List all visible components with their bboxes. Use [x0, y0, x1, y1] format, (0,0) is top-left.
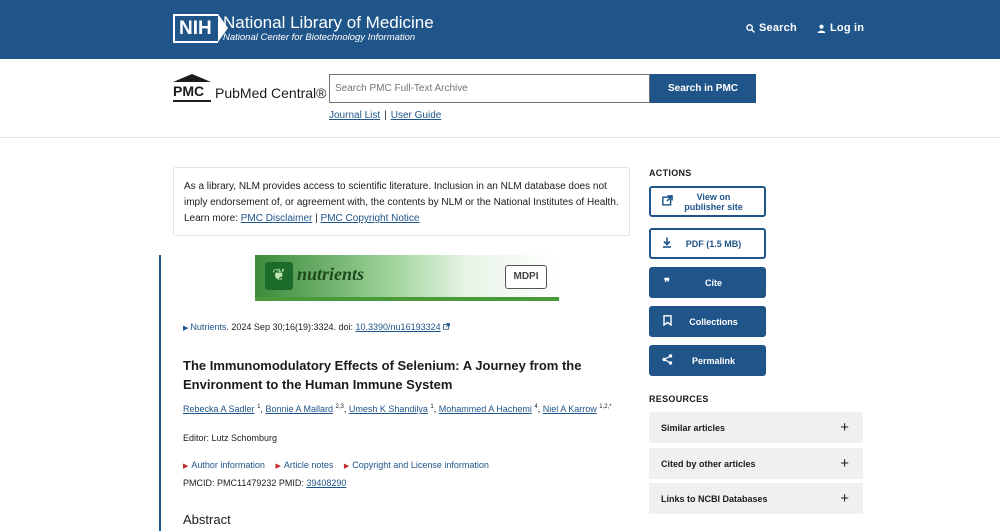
disclaimer-text: As a library, NLM provides access to sci… — [184, 181, 619, 208]
permalink-label: Permalink — [691, 355, 736, 366]
plus-icon: + — [840, 455, 849, 472]
collections-label: Collections — [689, 316, 738, 327]
author-link[interactable]: Bonnie A Mallard — [265, 404, 333, 414]
nlm-disclaimer: As a library, NLM provides access to sci… — [173, 167, 630, 236]
caret-right-icon: ▶ — [183, 325, 189, 332]
external-link-icon — [655, 194, 679, 209]
resources-heading: RESOURCES — [649, 394, 709, 404]
journal-link[interactable]: Nutrients — [190, 322, 226, 332]
article-title: The Immunomodulatory Effects of Selenium… — [183, 358, 582, 392]
cited-by-accordion[interactable]: Cited by other articles + — [649, 448, 863, 479]
nlm-title[interactable]: National Library of Medicine — [223, 13, 434, 33]
plus-icon: + — [840, 490, 849, 507]
author-affiliation: 1,2,* — [599, 404, 612, 410]
author-link[interactable]: Umesh K Shandilya — [349, 404, 428, 414]
view-on-publisher-button[interactable]: View on publisher site — [649, 186, 766, 217]
cited-by-label: Cited by other articles — [661, 458, 756, 469]
disclaimer-separator: | — [315, 213, 318, 224]
cite-label: Cite — [704, 277, 722, 288]
plus-icon: + — [840, 419, 849, 436]
pmc-copyright-link[interactable]: PMC Copyright Notice — [321, 213, 420, 224]
pmc-logo-name: PubMed Central® — [215, 85, 327, 101]
pmc-disclaimer-link[interactable]: PMC Disclaimer — [241, 213, 313, 224]
ncbi-links-label: Links to NCBI Databases — [661, 493, 768, 504]
user-guide-link[interactable]: User Guide — [391, 110, 442, 121]
pmc-logo[interactable]: PMC PubMed Central® — [173, 74, 326, 104]
login-label: Log in — [830, 22, 865, 34]
citation-line: ▶ Nutrients. 2024 Sep 30;16(19):3324. doi… — [183, 322, 450, 332]
mdpi-logo: MDPI — [505, 265, 547, 289]
article-info-links: ▶ Author information ▶ Article notes ▶ Copy… — [183, 460, 497, 470]
author-affiliation: 2,3 — [335, 404, 344, 410]
nutrients-logo-icon: ❦ — [265, 262, 293, 290]
pmc-search-input[interactable] — [329, 74, 650, 103]
external-link-icon — [443, 323, 450, 330]
cite-button[interactable]: ❞ Cite — [649, 267, 766, 298]
similar-articles-accordion[interactable]: Similar articles + — [649, 412, 863, 443]
doi-link[interactable]: 10.3390/nu16193324 — [356, 322, 441, 332]
user-icon — [817, 24, 826, 33]
author-affiliation: 1 — [430, 404, 434, 410]
similar-articles-label: Similar articles — [661, 422, 726, 433]
article-notes-link[interactable]: Article notes — [284, 460, 334, 470]
article-left-rule — [159, 255, 161, 531]
pdf-download-button[interactable]: PDF (1.5 MB) — [649, 228, 766, 259]
bookmark-icon — [655, 314, 679, 329]
journal-list-link[interactable]: Journal List — [329, 110, 380, 121]
journal-banner[interactable]: ❦ nutrients MDPI — [255, 255, 559, 301]
pdf-label: PDF (1.5 MB) — [685, 238, 742, 249]
share-icon — [655, 353, 679, 368]
editor-line: Editor: Lutz Schomburg — [183, 433, 278, 443]
pmid-link[interactable]: 39408290 — [306, 478, 346, 488]
header-search-button[interactable]: Search — [746, 22, 797, 34]
author-link[interactable]: Niel A Karrow — [543, 404, 597, 414]
header-search-label: Search — [759, 22, 797, 34]
pmcid-text: PMCID: PMC11479232 PMID: — [183, 478, 307, 488]
quote-icon: ❞ — [664, 277, 670, 289]
ncbi-links-accordion[interactable]: Links to NCBI Databases + — [649, 483, 863, 514]
author-affiliation: 4 — [534, 404, 538, 410]
copyright-license-link[interactable]: Copyright and License information — [352, 460, 489, 470]
pmc-logo-roof-icon — [173, 74, 211, 82]
author-list: Rebecka A Sadler 1, Bonnie A Mallard 2,3… — [183, 404, 612, 414]
article-ids: PMCID: PMC11479232 PMID: 39408290 — [183, 478, 346, 488]
search-icon — [746, 23, 755, 33]
permalink-button[interactable]: Permalink — [649, 345, 766, 376]
ncbi-subtitle: National Center for Biotechnology Inform… — [223, 32, 416, 43]
divider: | — [384, 110, 387, 121]
author-information-link[interactable]: Author information — [191, 460, 265, 470]
author-affiliation: 1 — [257, 404, 261, 410]
nih-logo[interactable]: NIH — [173, 14, 228, 43]
actions-heading: ACTIONS — [649, 168, 692, 178]
pmc-logo-abbr: PMC — [173, 83, 211, 102]
abstract-heading: Abstract — [183, 512, 231, 527]
banner-journal-name: nutrients — [297, 264, 365, 284]
collections-button[interactable]: Collections — [649, 306, 766, 337]
learn-more-label: Learn more: — [184, 213, 238, 224]
caret-right-icon: ▶ — [275, 463, 281, 470]
caret-right-icon: ▶ — [183, 463, 189, 470]
author-link[interactable]: Rebecka A Sadler — [183, 404, 255, 414]
author-link[interactable]: Mohammed A Hachemi — [439, 404, 532, 414]
pmc-sub-links: Journal List | User Guide — [329, 110, 441, 121]
download-icon — [655, 237, 679, 251]
nih-header: NIH National Library of Medicine Nationa… — [0, 0, 1000, 59]
search-in-pmc-button[interactable]: Search in PMC — [650, 74, 756, 103]
caret-right-icon: ▶ — [343, 463, 350, 470]
citation-text: . 2024 Sep 30;16(19):3324. doi: — [226, 322, 356, 332]
view-on-publisher-label: View on publisher site — [684, 191, 743, 212]
login-button[interactable]: Log in — [817, 22, 864, 34]
